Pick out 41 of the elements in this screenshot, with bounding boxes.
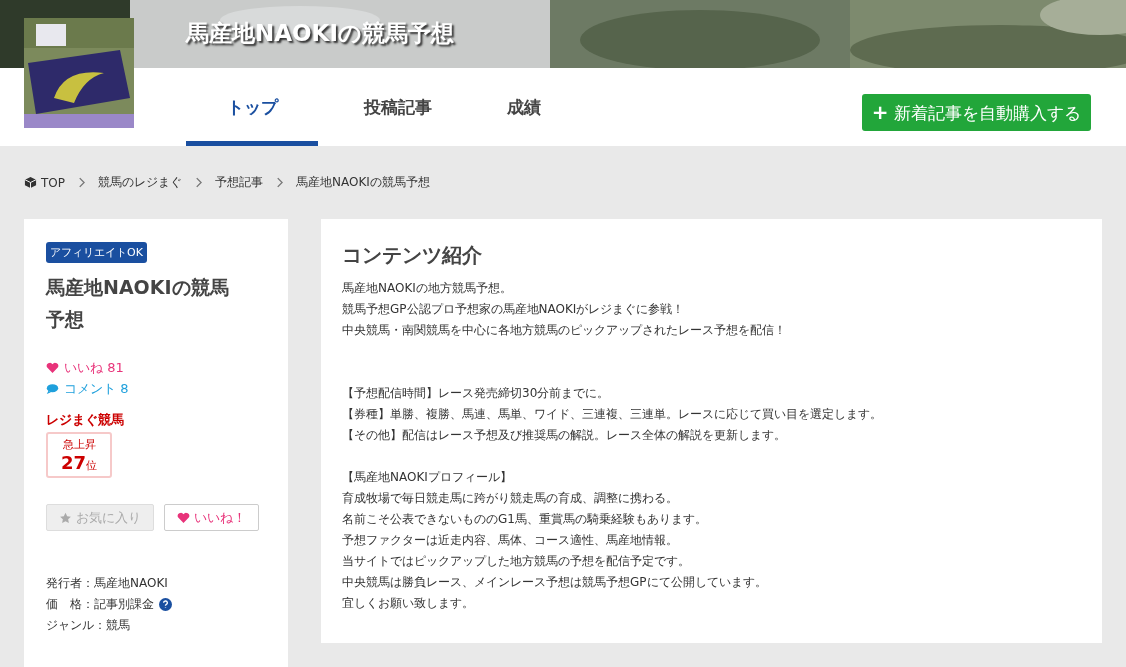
nav-tab[interactable]: トップ [186, 68, 318, 146]
chevron-icon [78, 177, 85, 188]
speech-bubble-icon [46, 382, 59, 395]
heart-icon [177, 511, 190, 524]
description-line: 宜しくお願い致します。 [342, 595, 475, 612]
star-icon [59, 511, 72, 524]
like-count: いいね 81 [64, 359, 124, 377]
meta-text: 価 格：記事別課金 [46, 596, 154, 613]
breadcrumb-link[interactable]: 競馬のレジまぐ [98, 174, 182, 191]
cube-icon [24, 176, 37, 189]
description-line: 育成牧場で毎日競走馬に跨がり競走馬の育成、調整に携わる。 [342, 490, 679, 507]
description-line: 中央競馬・南関競馬を中心に各地方競馬のピックアップされたレース予想を配信！ [342, 322, 787, 339]
breadcrumb-link[interactable]: 馬産地NAOKIの競馬予想 [296, 174, 430, 191]
chevron-icon [276, 177, 283, 188]
description-line: 予想ファクターは近走内容、馬体、コース適性、馬産地情報。 [342, 532, 679, 549]
description-line: 競馬予想GP公認プロ予想家の馬産地NAOKIがレジまぐに参戦！ [342, 301, 686, 318]
ranking-label: レジまぐ競馬 [46, 411, 125, 429]
rank-number: 27位 [59, 452, 99, 473]
nav-tab[interactable]: 投稿記事 [342, 68, 454, 146]
description-line: 【券種】単勝、複勝、馬連、馬単、ワイド、三連複、三連単。レースに応じて買い目を選定します。 [342, 406, 883, 423]
affiliate-tag: アフィリエイトOK [46, 242, 147, 263]
like-button[interactable]: いいね！ [164, 504, 259, 531]
help-icon[interactable] [159, 598, 172, 611]
profile-title: 馬産地NAOKIの競馬予想 [46, 275, 230, 332]
breadcrumb-link[interactable]: 予想記事 [215, 174, 263, 191]
comment-count: コメント 8 [64, 380, 129, 398]
meta-text: ジャンル：競馬 [46, 617, 130, 634]
description-line: 当サイトではピックアップした地方競馬の予想を配信予定です。 [342, 553, 691, 570]
description-line: 【馬産地NAOKIプロフィール】 [342, 469, 513, 486]
rank-caption: 急上昇 [61, 437, 97, 452]
heart-icon [46, 361, 59, 374]
chevron-icon [195, 177, 202, 188]
description-line: 中央競馬は勝負レース、メインレース予想は競馬予想GPにて公開しています。 [342, 574, 768, 591]
description-line: 名前こそ公表できないもののG1馬、重賞馬の騎乗経験もあります。 [342, 511, 708, 528]
meta-text: 発行者：馬産地NAOKI [46, 575, 168, 592]
section-heading: コンテンツ紹介 [342, 245, 483, 266]
nav-tab[interactable]: 成績 [484, 68, 564, 146]
description-line: 馬産地NAOKIの地方競馬予想。 [342, 280, 513, 297]
description-line: 【予想配信時間】レース発売締切30分前までに。 [342, 385, 611, 402]
breadcrumb-link[interactable]: TOP [41, 175, 65, 190]
description-line: 【その他】配信はレース予想及び推奨馬の解説。レース全体の解説を更新します。 [342, 427, 787, 444]
